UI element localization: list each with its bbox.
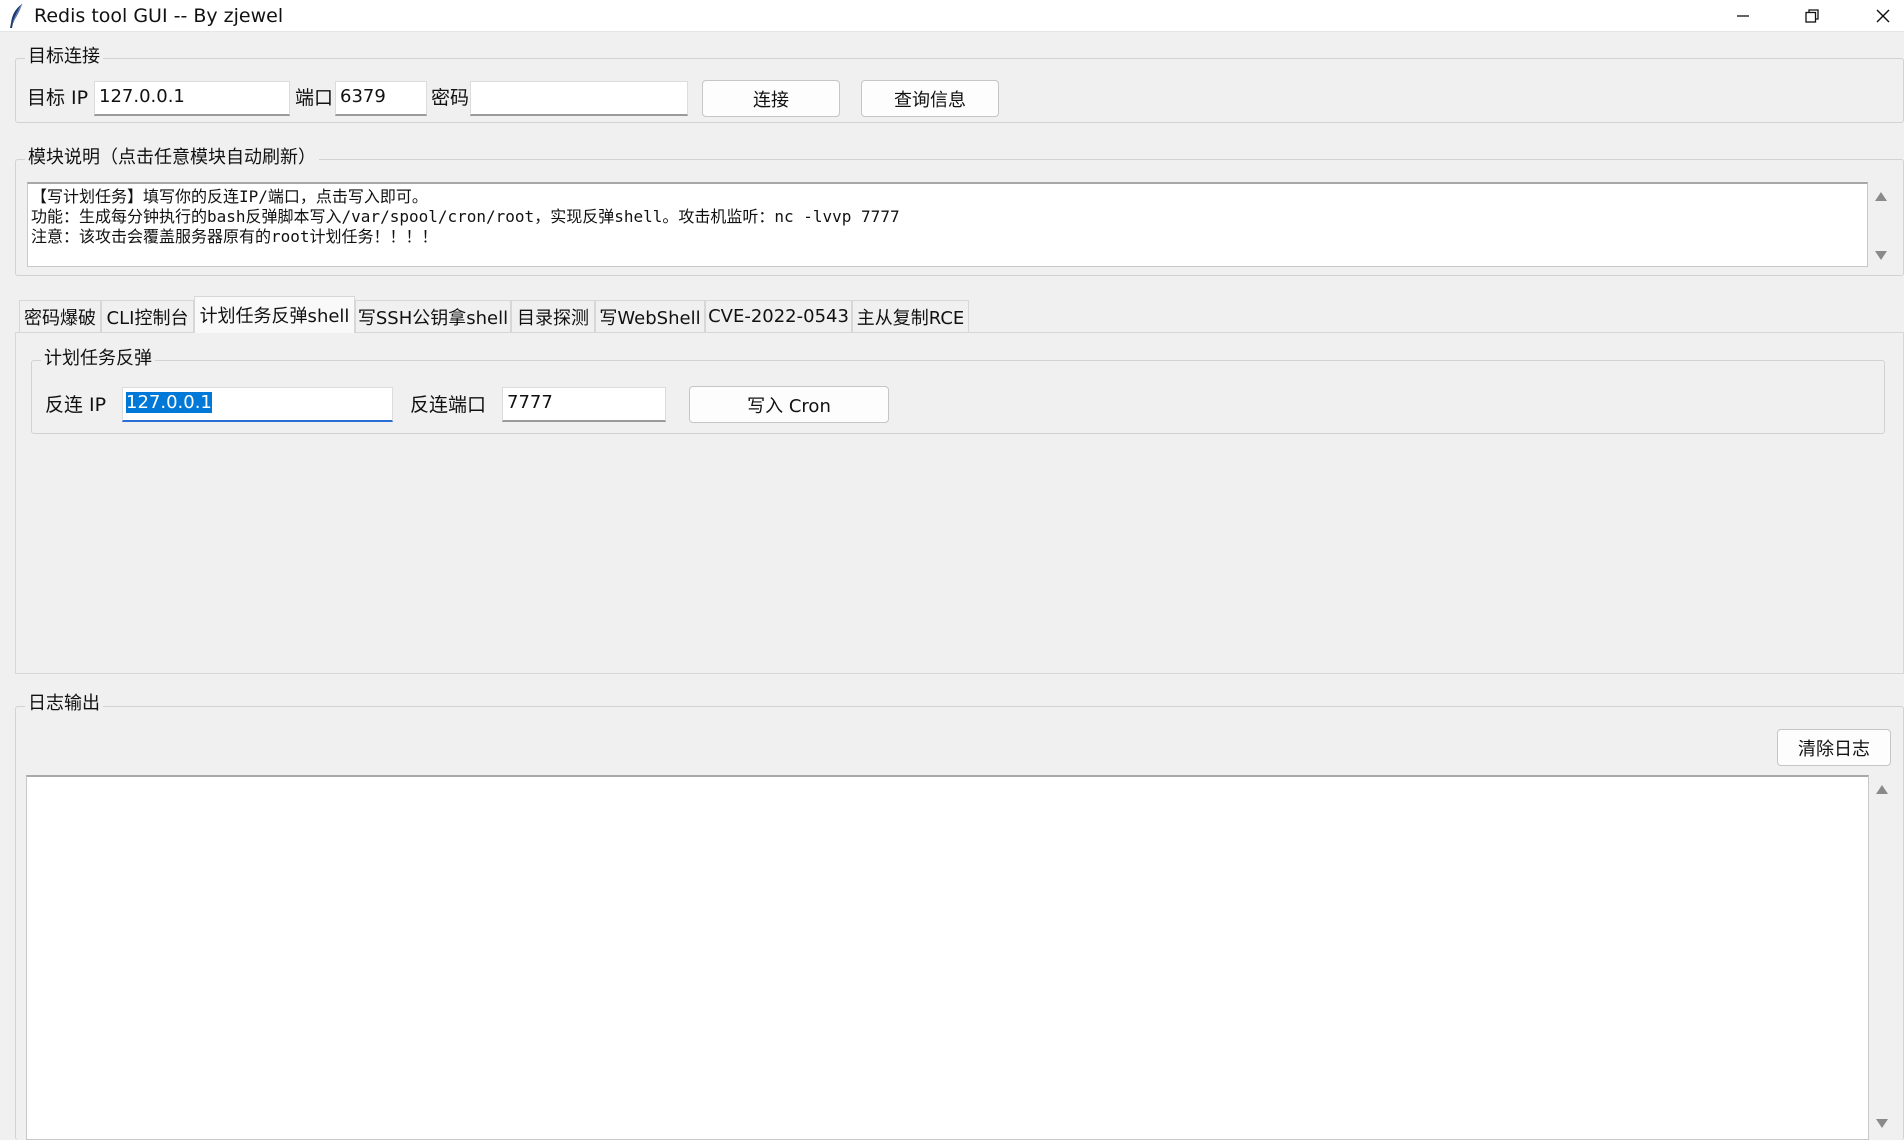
log-legend: 日志输出 — [25, 693, 103, 715]
desc-scroll-up-icon[interactable] — [1872, 189, 1890, 203]
log-scroll-down-icon[interactable] — [1873, 1116, 1891, 1130]
close-button[interactable] — [1854, 0, 1904, 32]
module-desc-textbox[interactable]: 【写计划任务】填写你的反连IP/端口，点击写入即可。 功能：生成每分钟执行的ba… — [27, 182, 1868, 267]
reverse-ip-label: 反连 IP — [45, 394, 107, 416]
query-info-button[interactable]: 查询信息 — [861, 80, 999, 117]
connection-legend: 目标连接 — [25, 46, 103, 68]
minimize-icon — [1737, 15, 1749, 17]
reverse-port-label: 反连端口 — [410, 394, 487, 416]
tab-master-slave-rce[interactable]: 主从复制RCE — [852, 300, 969, 332]
clear-log-button[interactable]: 清除日志 — [1777, 729, 1891, 766]
write-cron-button[interactable]: 写入 Cron — [689, 386, 889, 423]
tab-cli-console[interactable]: CLI控制台 — [101, 300, 194, 332]
password-input[interactable] — [470, 81, 688, 116]
module-desc-text: 【写计划任务】填写你的反连IP/端口，点击写入即可。 功能：生成每分钟执行的ba… — [31, 187, 900, 246]
target-ip-input[interactable]: 127.0.0.1 — [94, 81, 290, 116]
connect-button[interactable]: 连接 — [702, 80, 840, 117]
tab-ssh-key-shell[interactable]: 写SSH公钥拿shell — [355, 300, 511, 332]
target-ip-label: 目标 IP — [27, 87, 89, 109]
desc-scroll-down-icon[interactable] — [1872, 248, 1890, 262]
feather-icon — [6, 3, 28, 29]
port-input[interactable]: 6379 — [335, 81, 427, 116]
tab-dir-scan[interactable]: 目录探测 — [511, 300, 595, 332]
cron-legend: 计划任务反弹 — [41, 348, 155, 370]
reverse-port-input[interactable]: 7777 — [502, 387, 666, 422]
reverse-ip-selected-text: 127.0.0.1 — [126, 392, 212, 413]
restore-icon — [1805, 9, 1819, 23]
close-icon — [1876, 9, 1890, 23]
password-label: 密码 — [431, 87, 470, 109]
restore-button[interactable] — [1783, 0, 1841, 32]
window-title: Redis tool GUI -- By zjewel — [34, 5, 284, 27]
log-scroll-up-icon[interactable] — [1873, 782, 1891, 796]
tab-cron-reverse-shell[interactable]: 计划任务反弹shell — [194, 296, 355, 333]
tab-cve-2022-0543[interactable]: CVE-2022-0543 — [705, 300, 852, 332]
tab-password-brute[interactable]: 密码爆破 — [19, 300, 101, 332]
title-bar — [0, 0, 1904, 32]
minimize-button[interactable] — [1714, 0, 1772, 32]
tab-webshell[interactable]: 写WebShell — [595, 300, 705, 332]
module-desc-legend: 模块说明（点击任意模块自动刷新） — [25, 147, 319, 169]
reverse-ip-input[interactable]: 127.0.0.1 — [122, 387, 393, 422]
log-output-textbox[interactable] — [26, 775, 1869, 1140]
port-label: 端口 — [295, 87, 334, 109]
